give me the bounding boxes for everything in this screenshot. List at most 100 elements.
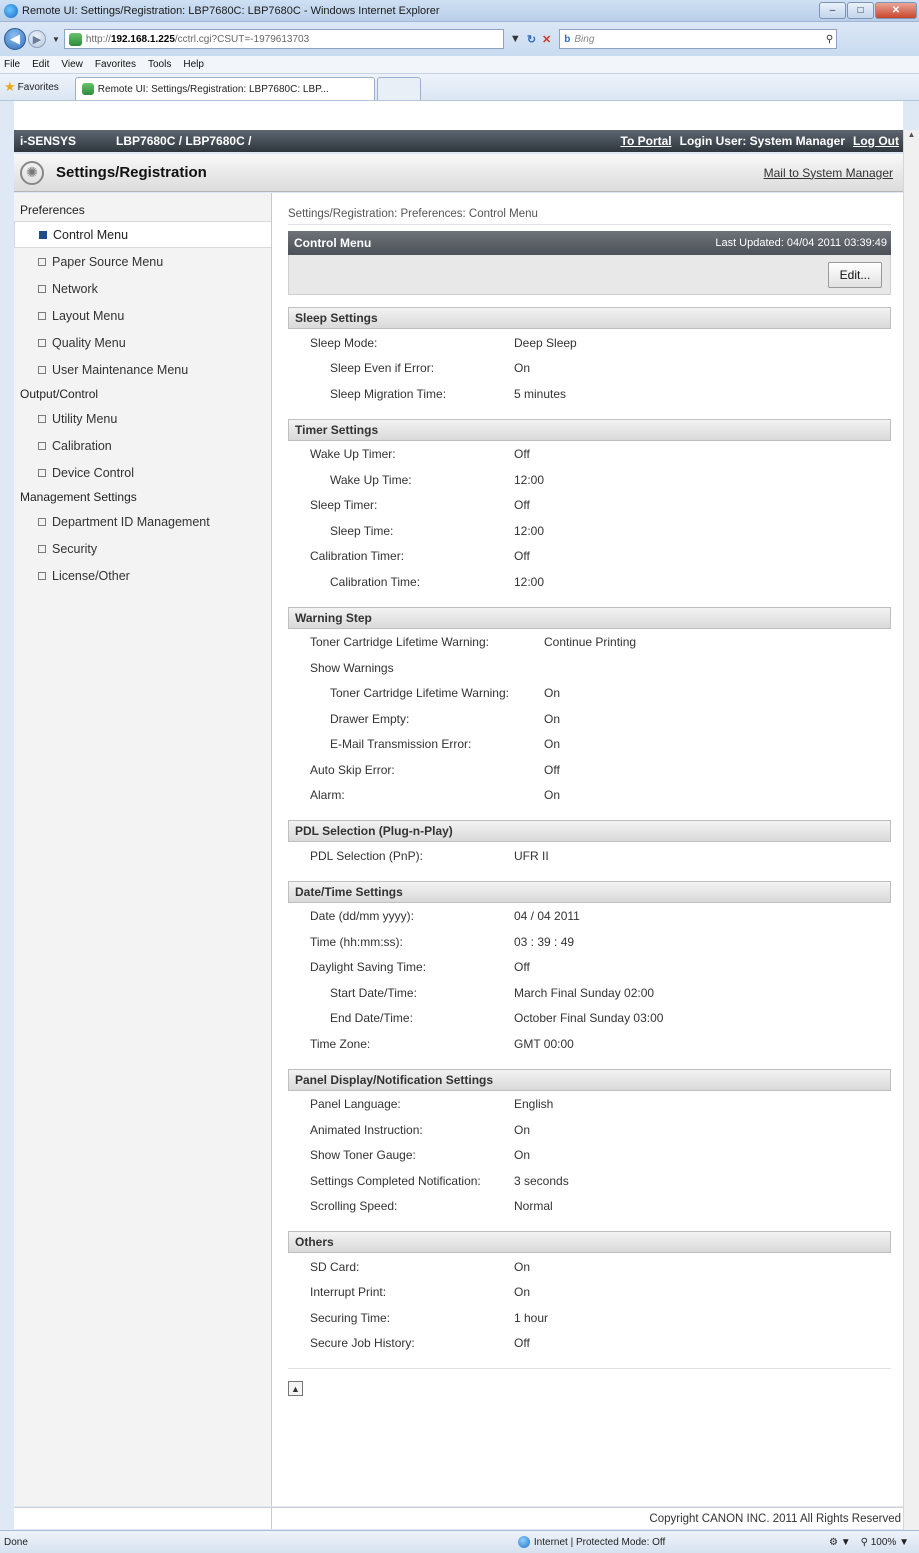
maximize-button[interactable]: □ xyxy=(847,2,874,19)
setting-row: Animated Instruction: On xyxy=(288,1117,891,1143)
back-icon[interactable]: ◀ xyxy=(4,28,26,50)
address-bar: ◀ ▶ ▼ http://192.168.1.225/cctrl.cgi?CSU… xyxy=(0,22,919,56)
setting-value: GMT 00:00 xyxy=(514,1036,574,1051)
menu-help[interactable]: Help xyxy=(183,59,204,70)
tab-site-icon xyxy=(81,83,94,95)
setting-label: Toner Cartridge Lifetime Warning: xyxy=(330,686,509,701)
setting-label: PDL Selection (PnP): xyxy=(310,848,423,863)
setting-label: Sleep Even if Error: xyxy=(330,361,435,376)
setting-label: Sleep Time: xyxy=(330,523,394,538)
sidebar-item-label: Department ID Management xyxy=(52,514,210,529)
sidebar-item-control-menu[interactable]: Control Menu xyxy=(14,221,271,248)
tab-title: Remote UI: Settings/Registration: LBP768… xyxy=(97,83,329,95)
setting-value: UFR II xyxy=(514,848,549,863)
to-portal-link[interactable]: To Portal xyxy=(621,134,672,148)
menu-file[interactable]: File xyxy=(4,59,20,70)
setting-value: On xyxy=(514,1122,531,1137)
setting-label: Interrupt Print: xyxy=(310,1285,387,1300)
setting-label: Auto Skip Error: xyxy=(310,762,395,777)
setting-row: Show Toner Gauge: On xyxy=(288,1143,891,1169)
mail-to-system-manager-link[interactable]: Mail to System Manager xyxy=(764,166,893,180)
setting-row: Show Warnings xyxy=(288,655,891,681)
setting-row: Auto Skip Error: Off xyxy=(288,757,891,783)
menu-bar: File Edit View Favorites Tools Help xyxy=(0,56,919,74)
sidebar-item-layout-menu[interactable]: Layout Menu xyxy=(14,302,271,329)
sidebar-item-quality-menu[interactable]: Quality Menu xyxy=(14,329,271,356)
site-icon xyxy=(68,32,82,46)
vertical-scrollbar[interactable]: ▲ xyxy=(903,130,919,1530)
new-tab-button[interactable] xyxy=(376,77,421,100)
setting-value: Off xyxy=(514,549,530,564)
url-dropdown-icon[interactable]: ▼ xyxy=(510,33,521,45)
refresh-icon[interactable]: ↻ xyxy=(527,33,536,46)
setting-label: Wake Up Timer: xyxy=(310,447,396,462)
edit-button[interactable]: Edit... xyxy=(828,261,882,288)
setting-label: Wake Up Time: xyxy=(330,472,412,487)
sidebar-item-security[interactable]: Security xyxy=(14,535,271,562)
history-dropdown-icon[interactable]: ▼ xyxy=(52,35,60,44)
security-zone[interactable]: Internet | Protected Mode: Off xyxy=(517,1536,665,1548)
setting-value: 3 seconds xyxy=(514,1173,569,1188)
forward-icon[interactable]: ▶ xyxy=(28,30,46,48)
left-gutter xyxy=(0,101,14,1530)
section-pdl: PDL Selection (PnP): UFR II xyxy=(288,842,891,869)
window-titlebar: Remote UI: Settings/Registration: LBP768… xyxy=(0,0,919,22)
zoom-icon: ⚲ xyxy=(860,1536,868,1548)
setting-row: Calibration Time: 12:00 xyxy=(288,569,891,595)
close-button[interactable]: ✕ xyxy=(875,2,917,19)
setting-value: 5 minutes xyxy=(514,386,567,401)
setting-label: Toner Cartridge Lifetime Warning: xyxy=(310,635,489,650)
setting-value: Normal xyxy=(514,1199,553,1214)
search-icon[interactable]: ⚲ xyxy=(826,34,833,45)
setting-row: Sleep Even if Error: On xyxy=(288,356,891,382)
menu-tools[interactable]: Tools xyxy=(148,59,171,70)
sidebar-item-paper-source-menu[interactable]: Paper Source Menu xyxy=(14,248,271,275)
sidebar-item-license-other[interactable]: License/Other xyxy=(14,562,271,589)
sidebar-item-label: Control Menu xyxy=(53,227,129,242)
sidebar-item-label: License/Other xyxy=(52,568,130,583)
setting-row: Sleep Time: 12:00 xyxy=(288,518,891,544)
sidebar-item-label: User Maintenance Menu xyxy=(52,362,189,377)
minimize-button[interactable]: – xyxy=(819,2,846,19)
setting-row: Sleep Timer: Off xyxy=(288,493,891,519)
login-user-label: Login User: System Manager xyxy=(679,134,846,148)
search-input[interactable]: b Bing ⚲ xyxy=(559,29,838,49)
setting-value: Continue Printing xyxy=(544,635,637,650)
sidebar-group-output-control: Output/Control xyxy=(20,387,99,401)
url-field[interactable]: http://192.168.1.225/cctrl.cgi?CSUT=-197… xyxy=(63,29,504,49)
sidebar-item-label: Device Control xyxy=(52,465,134,480)
bullet-icon xyxy=(38,338,46,347)
globe-icon xyxy=(517,1536,530,1548)
page-layout: Preferences Control Menu Paper Source Me… xyxy=(14,193,903,1506)
settings-gear-icon: ✺ xyxy=(20,160,44,185)
zoom-control[interactable]: ⚲ 100% ▼ xyxy=(861,1537,909,1548)
setting-row: SD Card: On xyxy=(288,1254,891,1280)
menu-view[interactable]: View xyxy=(61,59,83,70)
back-to-top-icon[interactable]: ▲ xyxy=(288,1381,303,1396)
menu-edit[interactable]: Edit xyxy=(32,59,49,70)
window-title: Remote UI: Settings/Registration: LBP768… xyxy=(22,4,440,17)
status-text: Done xyxy=(4,1536,28,1548)
setting-row: Date (dd/mm yyyy): 04 / 04 2011 xyxy=(288,904,891,930)
favorites-star-icon[interactable]: ★ xyxy=(4,79,16,95)
sidebar-item-utility-menu[interactable]: Utility Menu xyxy=(14,405,271,432)
stop-icon[interactable]: ✕ xyxy=(542,33,551,46)
sidebar-item-user-maintenance-menu[interactable]: User Maintenance Menu xyxy=(14,356,271,383)
bullet-icon xyxy=(38,468,46,477)
favorites-button[interactable]: Favorites xyxy=(18,82,59,93)
scroll-up-icon[interactable]: ▲ xyxy=(904,130,919,139)
sidebar-item-calibration[interactable]: Calibration xyxy=(14,432,271,459)
window-controls: – □ ✕ xyxy=(818,2,917,19)
protected-mode-icon[interactable]: ⚙ ▼ xyxy=(829,1537,851,1548)
sidebar-item-department-id-management[interactable]: Department ID Management xyxy=(14,508,271,535)
brand-label: i-SENSYS xyxy=(20,134,77,148)
sidebar-item-device-control[interactable]: Device Control xyxy=(14,459,271,486)
setting-label: E-Mail Transmission Error: xyxy=(330,737,472,752)
url-path: /cctrl.cgi?CSUT=-1979613703 xyxy=(174,33,310,45)
browser-tab[interactable]: Remote UI: Settings/Registration: LBP768… xyxy=(74,77,375,100)
setting-row: Securing Time: 1 hour xyxy=(288,1305,891,1331)
sidebar-item-network[interactable]: Network xyxy=(14,275,271,302)
log-out-link[interactable]: Log Out xyxy=(853,134,899,148)
setting-value: On xyxy=(544,788,561,803)
menu-favorites[interactable]: Favorites xyxy=(95,59,136,70)
